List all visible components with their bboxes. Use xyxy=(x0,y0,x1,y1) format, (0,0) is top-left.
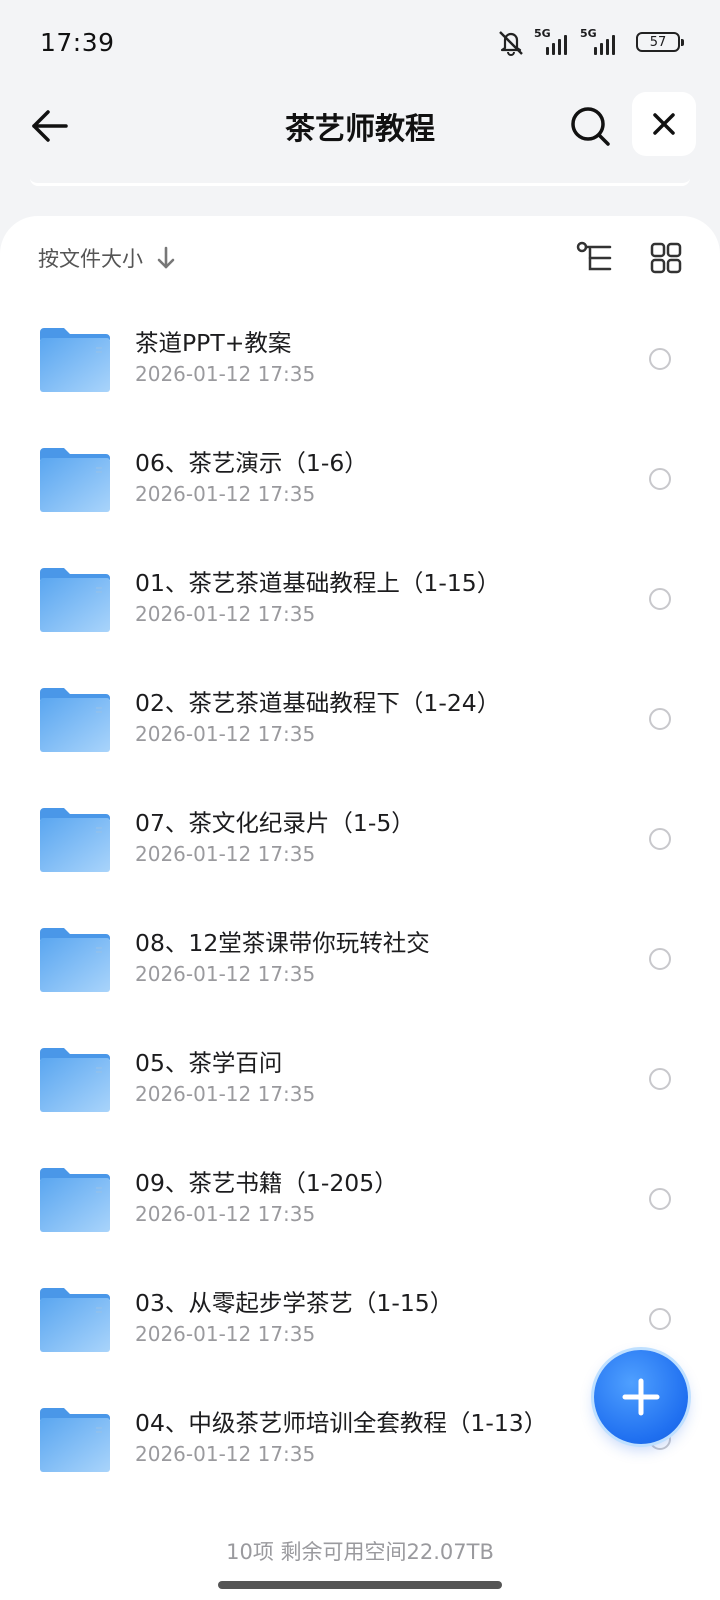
select-checkbox[interactable] xyxy=(649,708,671,730)
select-checkbox[interactable] xyxy=(649,588,671,610)
file-date: 2026-01-12 17:35 xyxy=(135,1322,316,1346)
file-list: 茶道PPT+教案 2026-01-12 17:35 06、茶艺演示（1-6） 2… xyxy=(0,300,720,1500)
folder-icon xyxy=(40,328,110,392)
folder-icon xyxy=(40,1288,110,1352)
file-name: 04、中级茶艺师培训全套教程（1-13） xyxy=(135,1409,548,1437)
battery-icon: 57 xyxy=(636,32,684,52)
folder-icon xyxy=(40,928,110,992)
sort-button[interactable]: 按文件大小 xyxy=(38,243,143,273)
select-checkbox[interactable] xyxy=(649,348,671,370)
view-toggle-group xyxy=(576,241,682,275)
plus-icon xyxy=(622,1378,660,1416)
list-item[interactable]: 02、茶艺茶道基础教程下（1-24） 2026-01-12 17:35 xyxy=(0,660,720,780)
folder-icon xyxy=(40,808,110,872)
list-item[interactable]: 06、茶艺演示（1-6） 2026-01-12 17:35 xyxy=(0,420,720,540)
close-icon xyxy=(653,113,675,135)
status-bar: 17:39 5G 5G 57 xyxy=(0,0,720,84)
list-item[interactable]: 01、茶艺茶道基础教程上（1-15） 2026-01-12 17:35 xyxy=(0,540,720,660)
list-item[interactable]: 茶道PPT+教案 2026-01-12 17:35 xyxy=(0,300,720,420)
file-name: 茶道PPT+教案 xyxy=(135,329,292,357)
folder-icon xyxy=(40,568,110,632)
network-type-label: 5G xyxy=(580,27,597,40)
file-name: 01、茶艺茶道基础教程上（1-15） xyxy=(135,569,501,597)
signal-icon: 5G xyxy=(534,27,572,55)
folder-icon xyxy=(40,1048,110,1112)
sort-toolbar: 按文件大小 xyxy=(38,236,682,280)
select-checkbox[interactable] xyxy=(649,828,671,850)
list-item[interactable]: 07、茶文化纪录片（1-5） 2026-01-12 17:35 xyxy=(0,780,720,900)
select-checkbox[interactable] xyxy=(649,468,671,490)
search-icon xyxy=(571,107,610,146)
status-time: 17:39 xyxy=(40,27,115,57)
home-indicator[interactable] xyxy=(218,1581,502,1589)
folder-icon xyxy=(40,688,110,752)
tree-view-icon[interactable] xyxy=(576,241,614,275)
storage-summary: 10项 剩余可用空间22.07TB xyxy=(226,1540,494,1564)
list-item[interactable]: 09、茶艺书籍（1-205） 2026-01-12 17:35 xyxy=(0,1140,720,1260)
file-name: 08、12堂茶课带你玩转社交 xyxy=(135,929,430,957)
select-checkbox[interactable] xyxy=(649,1308,671,1330)
list-item[interactable]: 05、茶学百问 2026-01-12 17:35 xyxy=(0,1020,720,1140)
list-item[interactable]: 08、12堂茶课带你玩转社交 2026-01-12 17:35 xyxy=(0,900,720,1020)
page-title: 茶艺师教程 xyxy=(285,112,435,147)
status-icons: 5G 5G 57 xyxy=(496,27,684,56)
file-date: 2026-01-12 17:35 xyxy=(135,482,316,506)
file-date: 2026-01-12 17:35 xyxy=(135,1202,316,1226)
battery-level: 57 xyxy=(649,34,667,50)
file-date: 2026-01-12 17:35 xyxy=(135,1082,316,1106)
file-date: 2026-01-12 17:35 xyxy=(135,962,316,986)
select-checkbox[interactable] xyxy=(649,948,671,970)
file-date: 2026-01-12 17:35 xyxy=(135,362,316,386)
folder-icon xyxy=(40,1168,110,1232)
header-divider xyxy=(30,176,690,186)
file-name: 07、茶文化纪录片（1-5） xyxy=(135,809,415,837)
search-button[interactable] xyxy=(568,104,612,148)
file-date: 2026-01-12 17:35 xyxy=(135,1442,316,1466)
folder-icon xyxy=(40,1408,110,1472)
close-button[interactable] xyxy=(632,92,696,156)
top-app-bar: 茶艺师教程 xyxy=(0,92,720,158)
folder-icon xyxy=(40,448,110,512)
file-name: 09、茶艺书籍（1-205） xyxy=(135,1169,398,1197)
file-date: 2026-01-12 17:35 xyxy=(135,842,316,866)
file-name: 02、茶艺茶道基础教程下（1-24） xyxy=(135,689,501,717)
file-name: 06、茶艺演示（1-6） xyxy=(135,449,368,477)
select-checkbox[interactable] xyxy=(649,1068,671,1090)
bell-off-icon xyxy=(499,31,523,56)
file-name: 03、从零起步学茶艺（1-15） xyxy=(135,1289,454,1317)
grid-view-icon[interactable] xyxy=(650,242,682,274)
file-date: 2026-01-12 17:35 xyxy=(135,722,316,746)
file-date: 2026-01-12 17:35 xyxy=(135,602,316,626)
select-checkbox[interactable] xyxy=(649,1188,671,1210)
add-button[interactable] xyxy=(594,1350,688,1444)
file-name: 05、茶学百问 xyxy=(135,1049,283,1077)
signal-icon: 5G xyxy=(580,27,620,55)
arrow-down-icon[interactable] xyxy=(155,245,177,271)
network-type-label: 5G xyxy=(534,27,551,40)
